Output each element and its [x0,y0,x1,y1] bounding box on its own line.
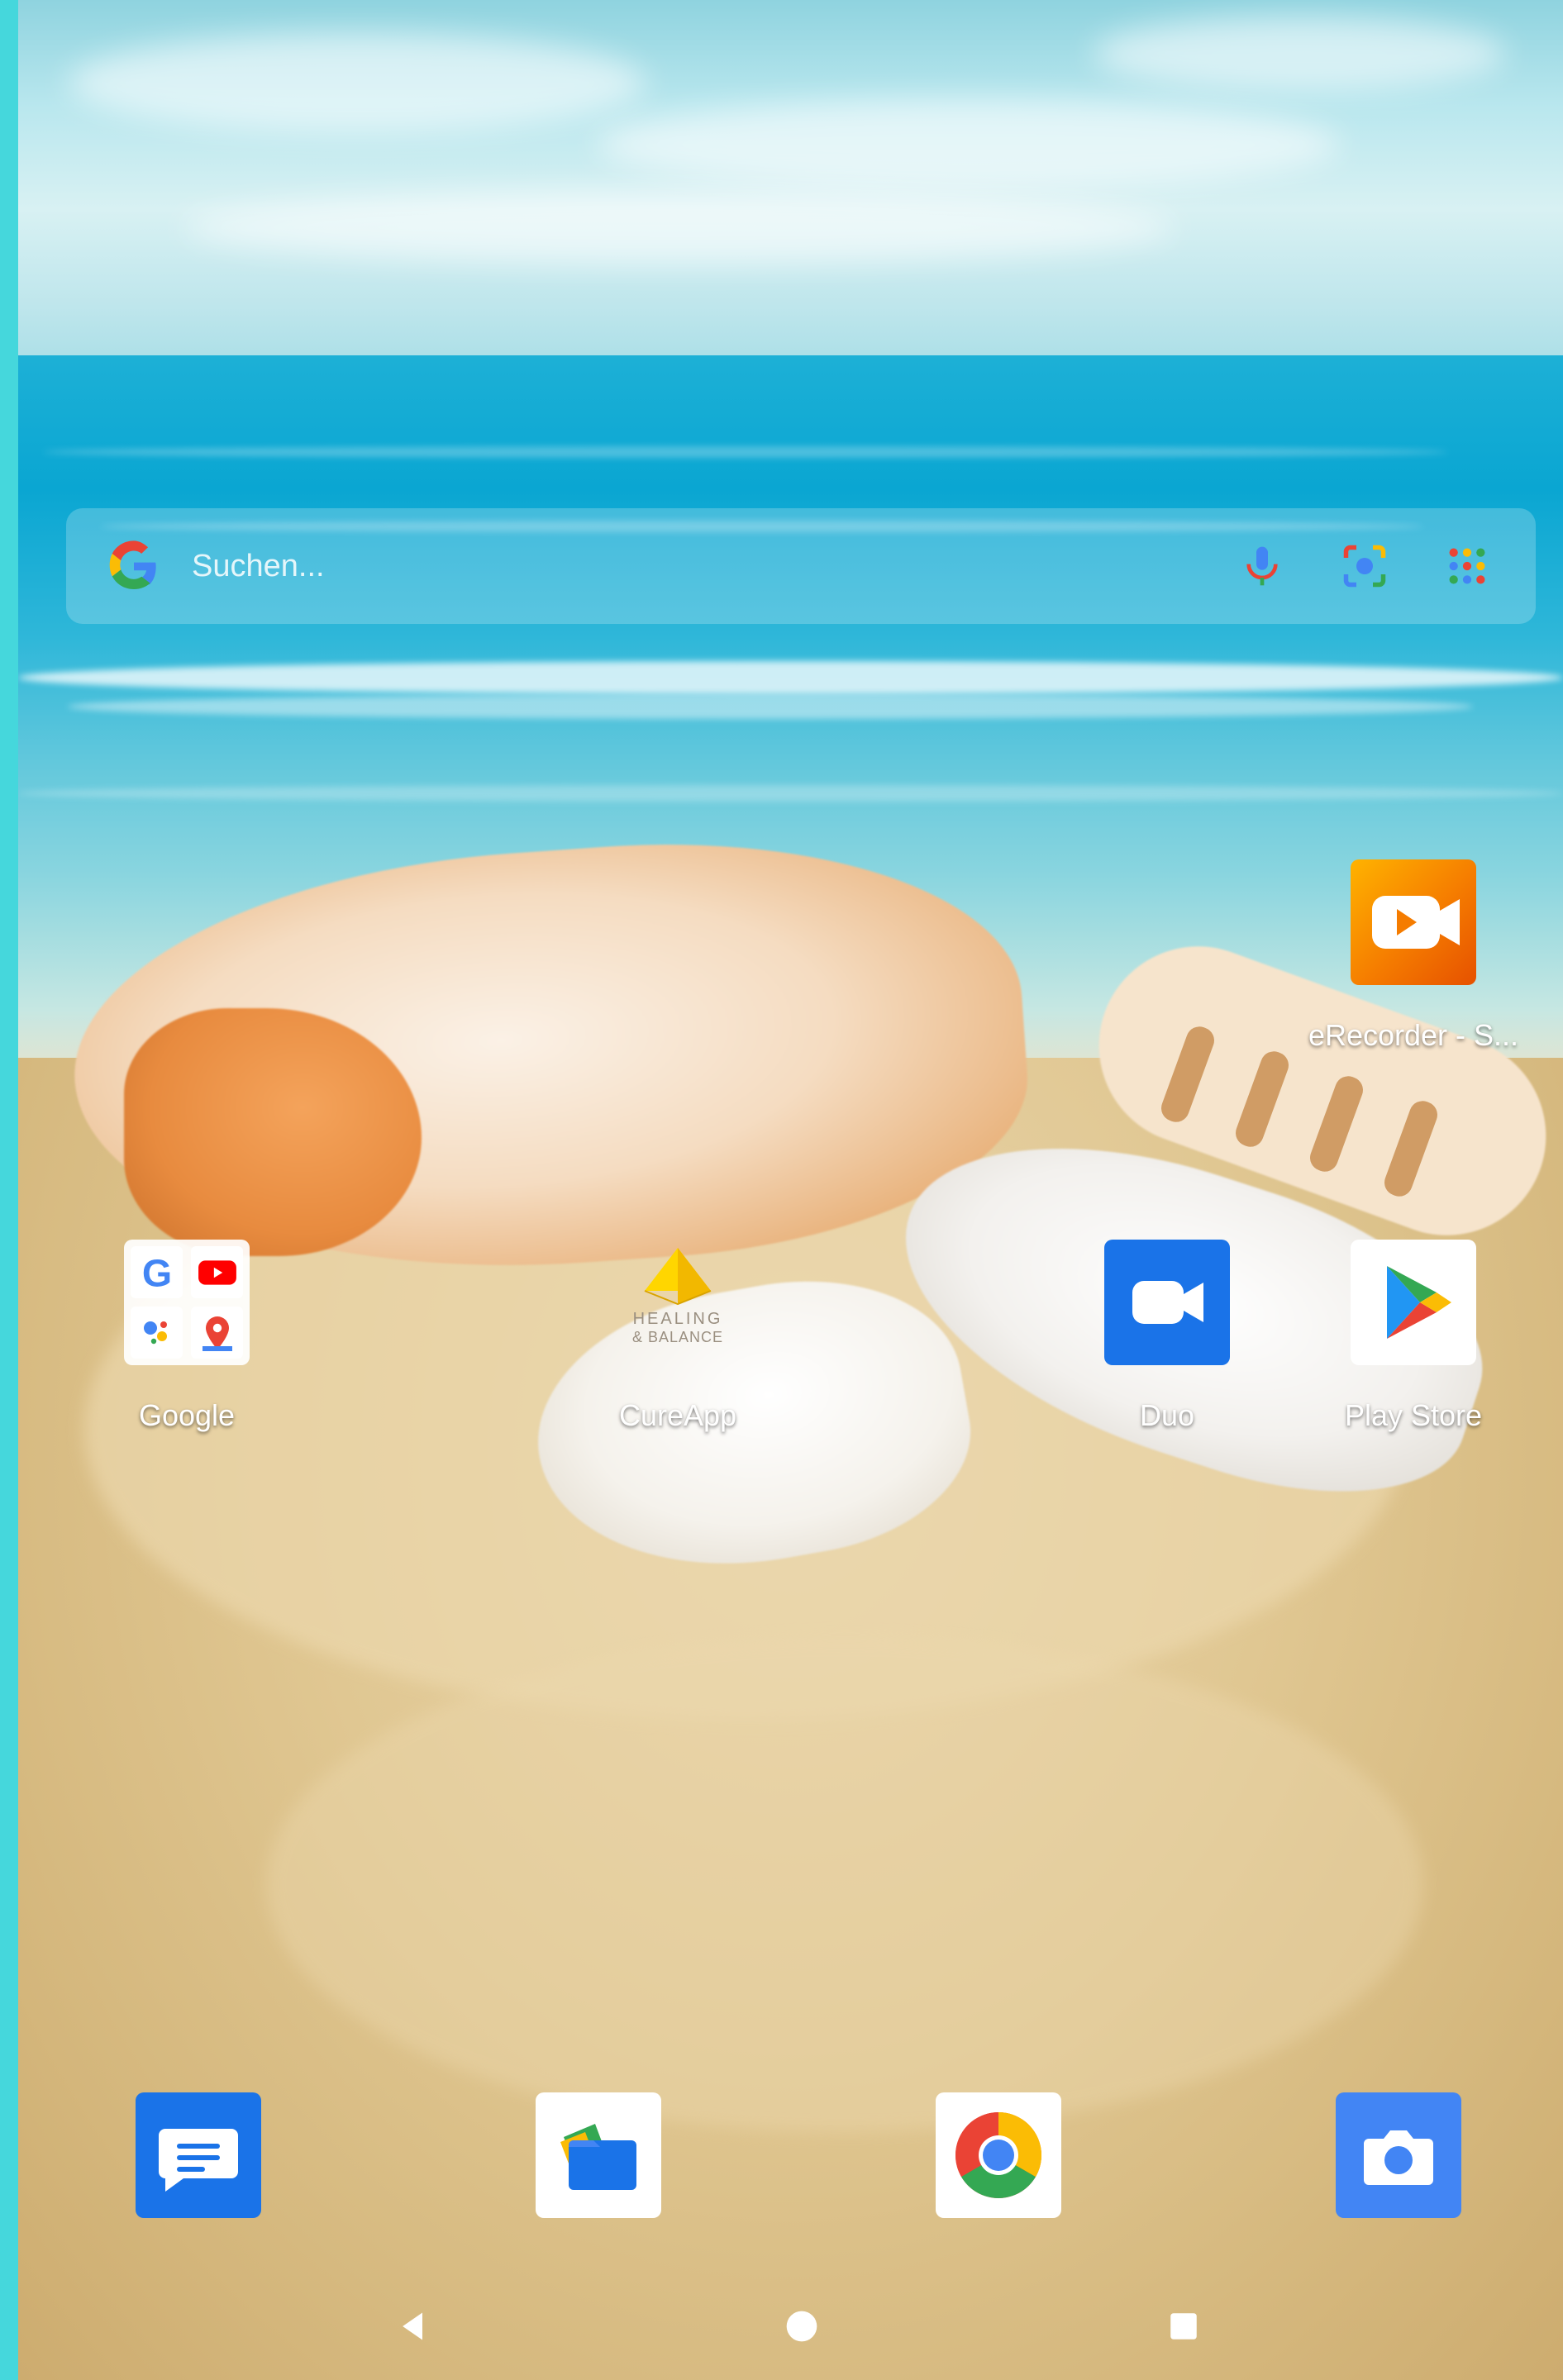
maps-icon [191,1307,243,1359]
files-icon [560,2124,636,2190]
app-label: eRecorder - S... [1308,1018,1519,1052]
home-button[interactable] [777,2301,827,2351]
app-erecorder[interactable]: eRecorder - S... [1306,859,1521,1053]
pyramid-icon: HEALING & BALANCE [615,1240,741,1365]
app-cureapp[interactable]: HEALING & BALANCE CureApp [570,1240,785,1433]
folder-preview: G [124,1240,250,1365]
google-g-icon [107,540,160,593]
youtube-icon [191,1246,243,1298]
screen-edge [0,0,18,2380]
svg-text:G: G [141,1251,171,1294]
messages-icon [159,2129,238,2192]
recents-icon [1170,2313,1197,2340]
apps-grid-icon[interactable] [1440,539,1494,593]
app-label: Google [138,1398,236,1432]
app-play-store[interactable]: Play Store [1306,1240,1521,1433]
app-duo[interactable]: Duo [1060,1240,1275,1433]
svg-text:HEALING: HEALING [633,1310,723,1328]
dock-files[interactable] [536,2092,661,2218]
google-search-bar[interactable]: Suchen... [66,508,1536,624]
wallpaper-sky [18,0,1563,380]
back-button[interactable] [388,2301,438,2351]
assistant-icon [131,1307,183,1359]
microphone-icon[interactable] [1235,539,1289,593]
google-icon: G [131,1246,183,1298]
video-recorder-icon [1351,859,1476,985]
svg-text:& BALANCE: & BALANCE [632,1329,723,1345]
app-label: Duo [1139,1398,1195,1432]
app-label: CureApp [618,1398,737,1432]
home-icon [786,2311,817,2342]
dock-messages[interactable] [136,2092,261,2218]
app-label: Play Store [1344,1398,1483,1432]
dock-camera[interactable] [1336,2092,1461,2218]
home-screen: Suchen... eRecorder - S... G Google HEAL… [0,0,1563,2380]
search-placeholder[interactable]: Suchen... [192,549,1187,584]
camera-icon [1364,2130,1433,2185]
dock-chrome[interactable] [936,2092,1061,2218]
google-lens-icon[interactable] [1337,539,1392,593]
video-camera-icon [1104,1240,1230,1365]
chrome-icon [955,2112,1041,2198]
play-store-icon [1351,1240,1476,1365]
recents-button[interactable] [1159,2301,1208,2351]
folder-google[interactable]: G Google [79,1240,294,1433]
back-icon [403,2312,422,2340]
